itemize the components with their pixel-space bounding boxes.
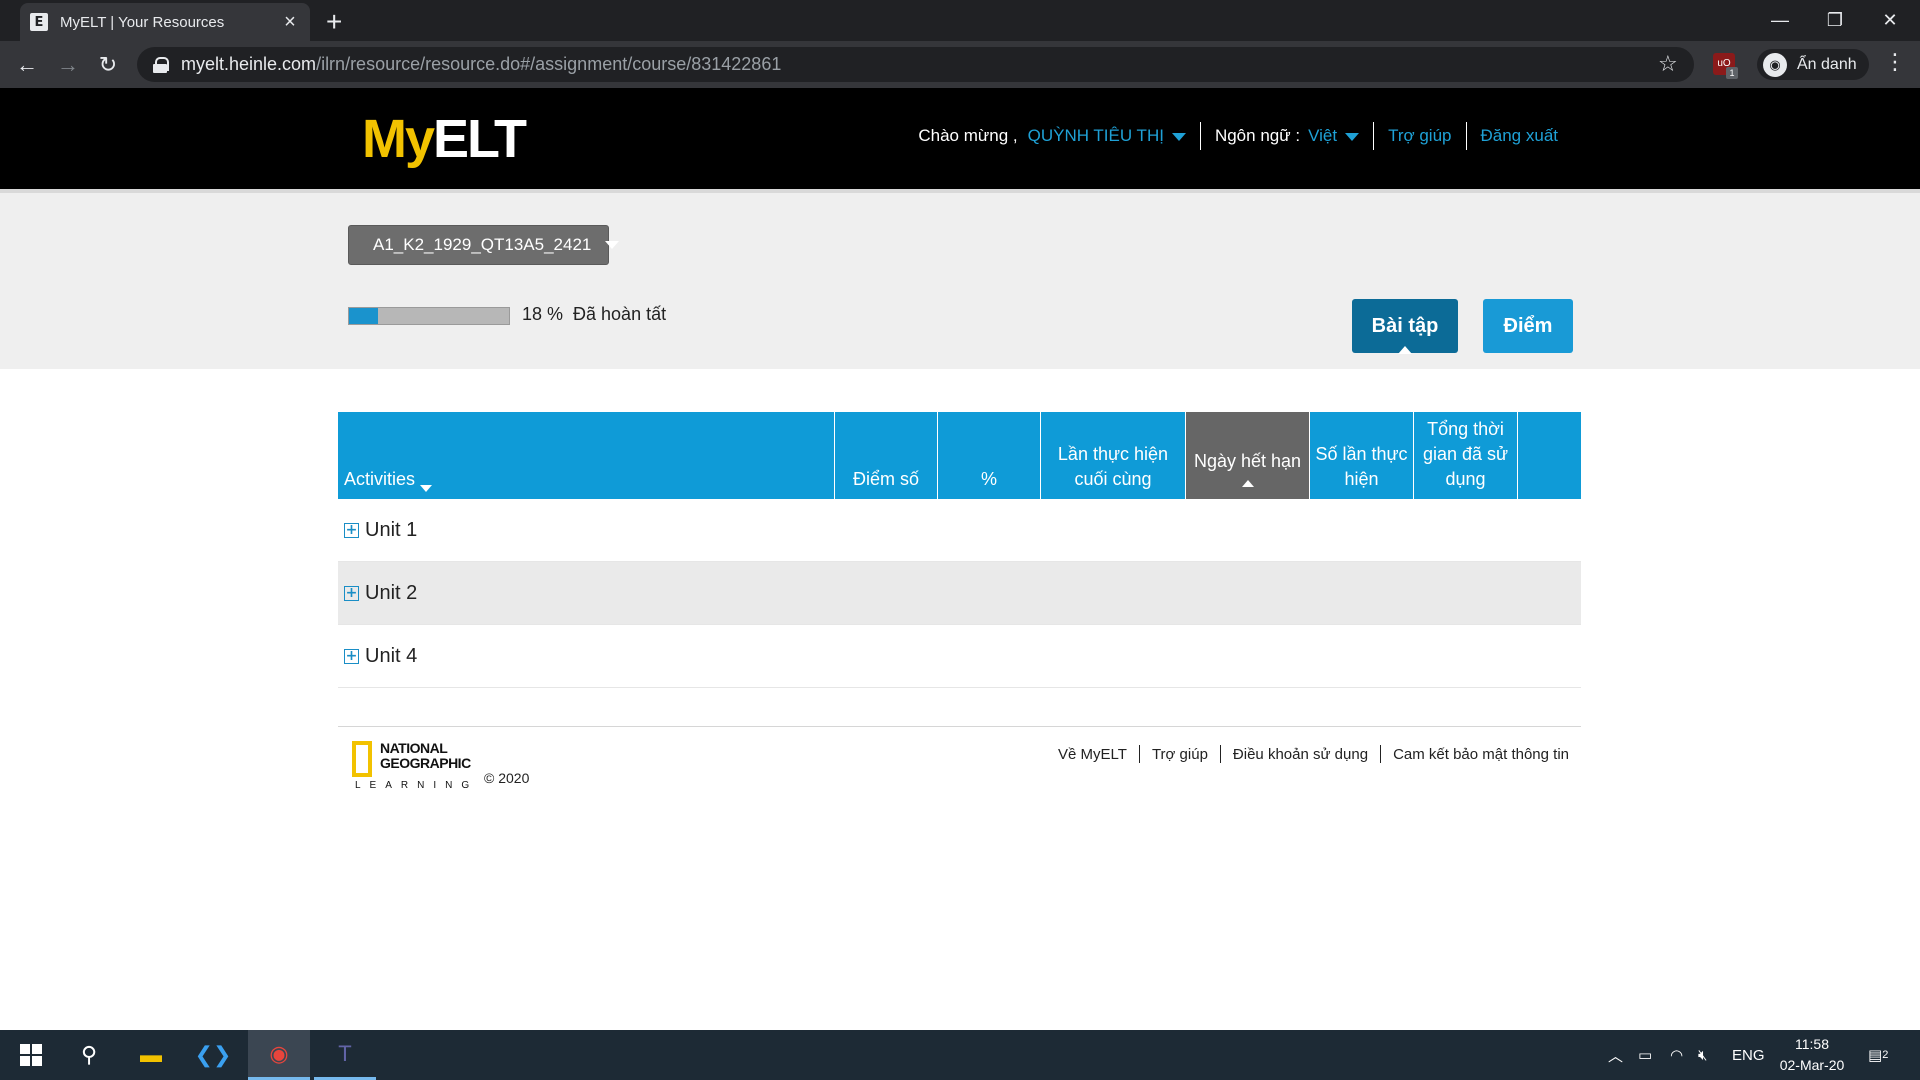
wifi-icon[interactable]: ◠ (1670, 1030, 1683, 1080)
chevron-down-icon (1171, 132, 1186, 141)
show-hidden-icons-icon[interactable]: ︿ (1608, 1030, 1623, 1080)
course-band: A1_K2_1929_QT13A5_2421 18 % Đã hoàn tất … (0, 189, 1920, 369)
incognito-indicator[interactable]: ◉ Ẩn danh (1757, 49, 1869, 80)
column-header-total-time[interactable]: Tổng thời gian đã sử dụng (1414, 412, 1518, 499)
column-header-score[interactable]: Điểm số (835, 412, 938, 499)
notifications-icon[interactable]: ▤ 2 (1868, 1030, 1888, 1080)
column-header-last-attempt[interactable]: Lần thực hiện cuối cùng (1041, 412, 1186, 499)
grades-tab-button[interactable]: Điểm (1483, 299, 1573, 353)
reload-icon[interactable]: ↻ (93, 50, 123, 80)
minimize-icon[interactable]: — (1750, 0, 1810, 41)
table-row[interactable]: + Unit 4 (338, 625, 1581, 688)
bookmark-star-icon[interactable]: ☆ (1658, 51, 1678, 77)
unit-label: Unit 4 (365, 644, 418, 667)
myelt-logo[interactable]: MyELT (362, 108, 527, 170)
footer-links: Về MyELT Trợ giúp Điều khoản sử dụng Cam… (1058, 745, 1569, 763)
national-geographic-logo-icon (352, 741, 372, 777)
url-path: /ilrn/resource/resource.do#/assignment/c… (316, 54, 782, 74)
divider (1219, 745, 1221, 763)
activities-table: Activities Điểm số % Lần thực hiện cuối … (338, 412, 1581, 688)
column-header-activities[interactable]: Activities (338, 412, 835, 499)
header-nav: Chào mừng , QUỲNH TIÊU THỊ Ngôn ngữ : Vi… (918, 122, 1558, 150)
logout-link[interactable]: Đăng xuất (1481, 126, 1559, 146)
teams-icon[interactable]: T (314, 1030, 376, 1080)
help-link[interactable]: Trợ giúp (1388, 126, 1451, 146)
footer-link-terms[interactable]: Điều khoản sử dụng (1233, 746, 1368, 763)
sort-ascending-icon (1241, 480, 1254, 487)
window-close-icon[interactable]: ✕ (1860, 0, 1920, 41)
site-footer: NATIONAL GEOGRAPHIC LEARNING © 2020 Về M… (338, 726, 1581, 796)
divider (1138, 745, 1140, 763)
footer-link-help[interactable]: Trợ giúp (1152, 746, 1208, 763)
extension-badge: 1 (1726, 67, 1738, 79)
chevron-down-icon (1345, 132, 1360, 141)
lock-icon (153, 56, 169, 73)
column-header-empty (1518, 412, 1581, 499)
back-icon[interactable]: ← (12, 50, 42, 80)
progress-bar (348, 307, 510, 325)
battery-icon[interactable]: ▭ (1638, 1030, 1652, 1080)
browser-menu-icon[interactable]: ⋮ (1884, 49, 1906, 75)
address-bar[interactable]: myelt.heinle.com/ilrn/resource/resource.… (137, 47, 1694, 82)
volume-icon[interactable]: 🔇︎ (1698, 1030, 1707, 1080)
chrome-icon[interactable]: ◉ (248, 1030, 310, 1080)
browser-tab[interactable]: E MyELT | Your Resources × (20, 3, 310, 41)
divider (1380, 745, 1382, 763)
clock[interactable]: 11:58 02-Mar-20 (1772, 1034, 1852, 1076)
expand-icon[interactable]: + (344, 648, 359, 664)
divider (1199, 122, 1201, 150)
assignments-tab-button[interactable]: Bài tập (1352, 299, 1458, 354)
incognito-icon: ◉ (1763, 52, 1787, 77)
column-header-percent[interactable]: % (938, 412, 1041, 499)
divider (1373, 122, 1375, 150)
clock-time: 11:58 (1795, 1036, 1829, 1052)
footer-link-privacy[interactable]: Cam kết bảo mật thông tin (1393, 746, 1569, 763)
language-label: Ngôn ngữ : (1214, 126, 1301, 145)
course-select[interactable]: A1_K2_1929_QT13A5_2421 (348, 225, 620, 265)
tab-title: MyELT | Your Resources (60, 13, 225, 31)
progress-fill (349, 308, 378, 324)
site-header: MyELT Chào mừng , QUỲNH TIÊU THỊ Ngôn ng… (0, 88, 1920, 189)
expand-icon[interactable]: + (344, 522, 359, 538)
browser-toolbar: ← → ↻ myelt.heinle.com/ilrn/resource/res… (0, 41, 1920, 88)
windows-start-icon[interactable] (0, 1030, 62, 1080)
browser-tabstrip: E MyELT | Your Resources × + — ❐ ✕ (0, 0, 1920, 41)
unit-label: Unit 1 (365, 518, 418, 541)
progress-text: 18 % Đã hoàn tất (522, 304, 667, 324)
table-row[interactable]: + Unit 2 (338, 562, 1581, 625)
table-row[interactable]: + Unit 1 (338, 499, 1581, 562)
welcome-label: Chào mừng , (918, 126, 1018, 145)
chevron-down-icon (420, 485, 433, 492)
file-explorer-icon[interactable]: ▬ (120, 1030, 182, 1080)
brand-text: NATIONAL GEOGRAPHIC (380, 740, 471, 771)
input-language[interactable]: ENG (1732, 1030, 1765, 1080)
brand-learning: LEARNING (355, 780, 479, 791)
language-select[interactable]: Việt (1308, 126, 1360, 146)
site-favicon-icon: E (30, 13, 48, 31)
footer-link-about[interactable]: Về MyELT (1058, 746, 1127, 763)
url-host: myelt.heinle.com (181, 54, 317, 74)
column-header-due-date[interactable]: Ngày hết hạn (1186, 412, 1310, 499)
chevron-down-icon (605, 241, 620, 249)
user-menu[interactable]: QUỲNH TIÊU THỊ (1028, 126, 1186, 146)
expand-icon[interactable]: + (344, 585, 359, 601)
forward-icon[interactable]: → (53, 50, 83, 80)
unit-label: Unit 2 (365, 581, 418, 604)
vscode-icon[interactable]: ❮❯ (182, 1030, 244, 1080)
table-header: Activities Điểm số % Lần thực hiện cuối … (338, 412, 1581, 499)
restore-icon[interactable]: ❐ (1805, 0, 1865, 41)
search-icon[interactable]: ⚲ (58, 1030, 120, 1080)
course-select-value: A1_K2_1929_QT13A5_2421 (373, 235, 592, 254)
notification-count: 2 (1882, 1049, 1889, 1061)
column-header-attempts[interactable]: Số lần thực hiện (1310, 412, 1414, 499)
close-tab-icon[interactable]: × (280, 11, 300, 34)
clock-date: 02-Mar-20 (1779, 1057, 1845, 1073)
copyright: © 2020 (484, 770, 530, 786)
taskbar: ⚲ ▬ ❮❯ ◉ T ︿ ▭ ◠ 🔇︎ ENG 11:58 02-Mar-20 … (0, 1030, 1920, 1080)
incognito-label: Ẩn danh (1797, 55, 1857, 73)
divider (1465, 122, 1467, 150)
new-tab-icon[interactable]: + (326, 6, 342, 38)
